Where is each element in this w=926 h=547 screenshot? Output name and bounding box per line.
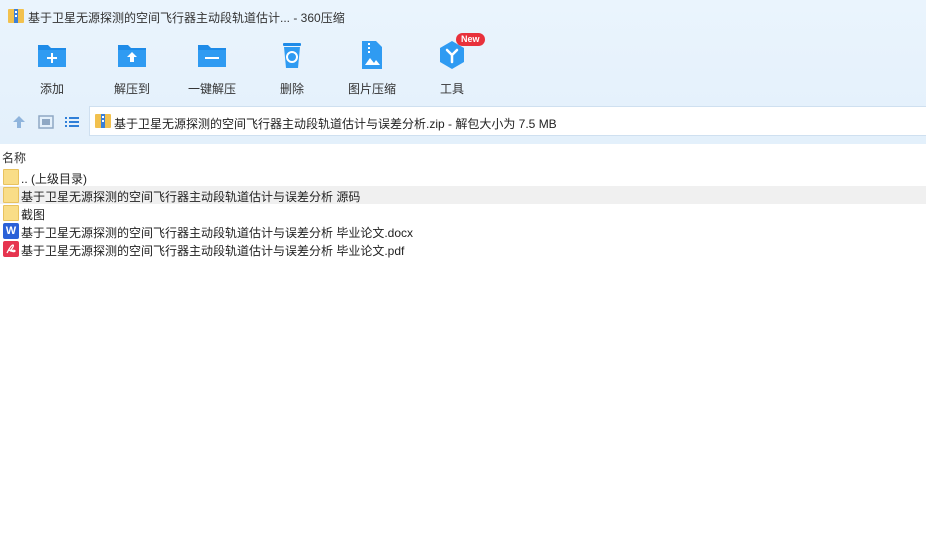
tools-button[interactable]: New 工具 [412,33,492,97]
add-label: 添加 [39,82,64,96]
folder-icon [3,169,19,185]
new-badge: New [456,33,485,46]
tools-icon-wrap: New [436,33,485,71]
archive-app-icon [8,9,24,23]
file-name: 基于卫星无源探测的空间飞行器主动段轨道估计与误差分析 毕业论文.pdf [21,244,405,258]
address-bar[interactable]: 基于卫星无源探测的空间飞行器主动段轨道估计与误差分析.zip - 解包大小为 7… [89,106,926,136]
extract-to-label: 解压到 [113,82,150,96]
file-list: 名称 .. (上级目录) 基于卫星无源探测的空间飞行器主动段轨道估计与误差分析 … [0,144,926,547]
image-compress-button[interactable]: 图片压缩 [332,36,412,97]
file-name: 基于卫星无源探测的空间飞行器主动段轨道估计与误差分析 源码 [21,190,361,204]
window-title: 基于卫星无源探测的空间飞行器主动段轨道估计... - 360压缩 [28,11,345,25]
extract-to-icon [118,45,146,67]
zip-archive-icon [95,114,111,128]
image-compress-label: 图片压缩 [347,82,396,96]
folder-icon [3,205,19,221]
column-header-name[interactable]: 名称 [2,149,26,166]
thumbnail-view-icon[interactable] [38,114,54,130]
one-click-extract-label: 一键解压 [187,82,236,96]
folder-icon [3,187,19,203]
tools-label: 工具 [439,82,464,96]
title-bar: 基于卫星无源探测的空间飞行器主动段轨道估计... - 360压缩 [0,0,926,32]
list-item[interactable]: .. (上级目录) [0,168,926,186]
top-chrome: 基于卫星无源探测的空间飞行器主动段轨道估计... - 360压缩 添加 解压到 [0,0,926,144]
list-item[interactable]: 基于卫星无源探测的空间飞行器主动段轨道估计与误差分析 源码 [0,186,926,204]
add-button[interactable]: 添加 [12,36,92,97]
file-name: 基于卫星无源探测的空间飞行器主动段轨道估计与误差分析 毕业论文.docx [21,226,414,240]
word-document-icon: W [3,223,19,239]
one-click-extract-icon [198,45,226,67]
archive-path: 基于卫星无源探测的空间飞行器主动段轨道估计与误差分析.zip - 解包大小为 7… [114,117,557,131]
add-folder-icon [38,45,66,67]
extract-to-button[interactable]: 解压到 [92,36,172,97]
delete-button[interactable]: 删除 [252,36,332,97]
pdf-document-icon [3,241,19,257]
file-name: .. (上级目录) [21,172,87,186]
up-arrow-icon[interactable] [11,114,27,130]
navigation-row: 基于卫星无源探测的空间飞行器主动段轨道估计与误差分析.zip - 解包大小为 7… [0,106,926,138]
delete-label: 删除 [279,82,304,96]
one-click-extract-button[interactable]: 一键解压 [172,36,252,97]
file-name: 截图 [21,208,46,222]
file-rows: .. (上级目录) 基于卫星无源探测的空间飞行器主动段轨道估计与误差分析 源码 … [0,168,926,258]
recycle-bin-icon [283,43,301,68]
list-item[interactable]: 截图 [0,204,926,222]
list-item[interactable]: 基于卫星无源探测的空间飞行器主动段轨道估计与误差分析 毕业论文.pdf [0,240,926,258]
toolbar: 添加 解压到 一键解压 删除 图片压缩 New 工具 [0,33,926,100]
list-view-icon[interactable] [64,114,80,130]
image-compress-icon [362,41,382,69]
list-item[interactable]: W 基于卫星无源探测的空间飞行器主动段轨道估计与误差分析 毕业论文.docx [0,222,926,240]
